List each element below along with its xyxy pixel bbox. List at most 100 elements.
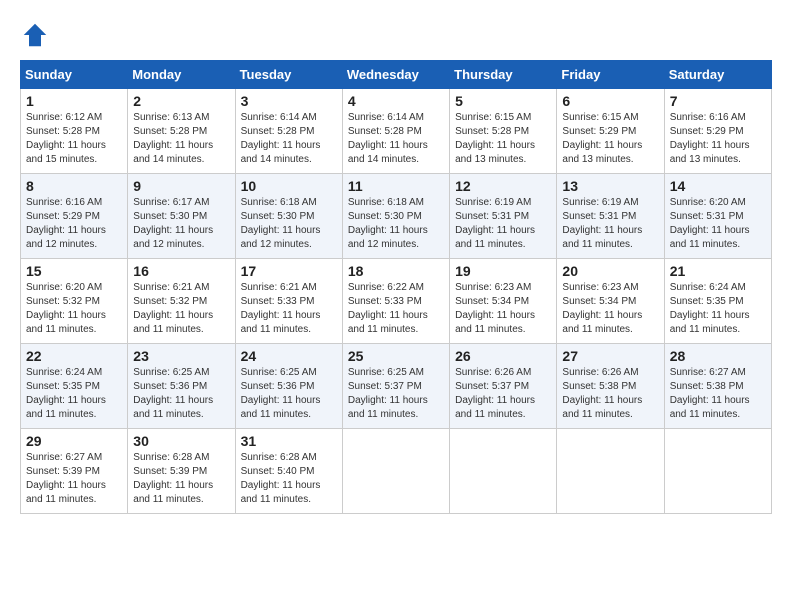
logo — [20, 20, 54, 50]
calendar-cell: 21 Sunrise: 6:24 AMSunset: 5:35 PMDayligh… — [664, 259, 771, 344]
calendar-cell: 23Sunrise: 6:25 AMSunset: 5:36 PMDayligh… — [128, 344, 235, 429]
week-row-1: 1 Sunrise: 6:12 AMSunset: 5:28 PMDaylight… — [21, 89, 772, 174]
calendar-cell: 15Sunrise: 6:20 AMSunset: 5:32 PMDayligh… — [21, 259, 128, 344]
day-info: Sunrise: 6:19 AMSunset: 5:31 PMDaylight:… — [455, 196, 551, 252]
day-info: Sunrise: 6:27 AMSunset: 5:38 PMDaylight:… — [670, 366, 766, 422]
day-info: Sunrise: 6:23 AMSunset: 5:34 PMDaylight:… — [455, 281, 551, 337]
day-info: Sunrise: 6:20 AMSunset: 5:32 PMDaylight:… — [26, 281, 122, 337]
day-number: 30 — [133, 433, 229, 449]
day-info: Sunrise: 6:24 AMSunset: 5:35 PMDaylight:… — [670, 281, 766, 337]
day-info: Sunrise: 6:26 AMSunset: 5:37 PMDaylight:… — [455, 366, 551, 422]
weekday-header-friday: Friday — [557, 61, 664, 89]
calendar-cell: 4 Sunrise: 6:14 AMSunset: 5:28 PMDaylight… — [342, 89, 449, 174]
calendar-cell: 20Sunrise: 6:23 AMSunset: 5:34 PMDayligh… — [557, 259, 664, 344]
calendar-cell: 14 Sunrise: 6:20 AMSunset: 5:31 PMDayligh… — [664, 174, 771, 259]
week-row-2: 8 Sunrise: 6:16 AMSunset: 5:29 PMDaylight… — [21, 174, 772, 259]
calendar-cell — [450, 429, 557, 514]
day-number: 26 — [455, 348, 551, 364]
day-number: 10 — [241, 178, 337, 194]
day-number: 19 — [455, 263, 551, 279]
day-number: 8 — [26, 178, 122, 194]
day-number: 21 — [670, 263, 766, 279]
day-info: Sunrise: 6:21 AMSunset: 5:32 PMDaylight:… — [133, 281, 229, 337]
day-info: Sunrise: 6:14 AMSunset: 5:28 PMDaylight:… — [348, 111, 444, 167]
day-info: Sunrise: 6:26 AMSunset: 5:38 PMDaylight:… — [562, 366, 658, 422]
calendar-cell — [664, 429, 771, 514]
day-info: Sunrise: 6:16 AMSunset: 5:29 PMDaylight:… — [670, 111, 766, 167]
calendar-cell: 31 Sunrise: 6:28 AMSunset: 5:40 PMDayligh… — [235, 429, 342, 514]
day-info: Sunrise: 6:24 AMSunset: 5:35 PMDaylight:… — [26, 366, 122, 422]
day-info: Sunrise: 6:12 AMSunset: 5:28 PMDaylight:… — [26, 111, 122, 167]
day-number: 3 — [241, 93, 337, 109]
day-number: 28 — [670, 348, 766, 364]
day-info: Sunrise: 6:25 AMSunset: 5:37 PMDaylight:… — [348, 366, 444, 422]
day-number: 5 — [455, 93, 551, 109]
calendar-cell: 6 Sunrise: 6:15 AMSunset: 5:29 PMDaylight… — [557, 89, 664, 174]
day-info: Sunrise: 6:28 AMSunset: 5:39 PMDaylight:… — [133, 451, 229, 507]
weekday-header-tuesday: Tuesday — [235, 61, 342, 89]
weekday-header-monday: Monday — [128, 61, 235, 89]
day-number: 2 — [133, 93, 229, 109]
weekday-header-thursday: Thursday — [450, 61, 557, 89]
day-info: Sunrise: 6:23 AMSunset: 5:34 PMDaylight:… — [562, 281, 658, 337]
calendar-cell: 5 Sunrise: 6:15 AMSunset: 5:28 PMDaylight… — [450, 89, 557, 174]
day-number: 1 — [26, 93, 122, 109]
calendar-cell: 8 Sunrise: 6:16 AMSunset: 5:29 PMDaylight… — [21, 174, 128, 259]
day-info: Sunrise: 6:18 AMSunset: 5:30 PMDaylight:… — [348, 196, 444, 252]
calendar-cell: 9Sunrise: 6:17 AMSunset: 5:30 PMDaylight… — [128, 174, 235, 259]
weekday-header-wednesday: Wednesday — [342, 61, 449, 89]
day-info: Sunrise: 6:16 AMSunset: 5:29 PMDaylight:… — [26, 196, 122, 252]
day-number: 18 — [348, 263, 444, 279]
calendar-cell: 18 Sunrise: 6:22 AMSunset: 5:33 PMDayligh… — [342, 259, 449, 344]
day-number: 11 — [348, 178, 444, 194]
calendar-cell: 1 Sunrise: 6:12 AMSunset: 5:28 PMDaylight… — [21, 89, 128, 174]
day-info: Sunrise: 6:20 AMSunset: 5:31 PMDaylight:… — [670, 196, 766, 252]
calendar-cell: 26 Sunrise: 6:26 AMSunset: 5:37 PMDayligh… — [450, 344, 557, 429]
week-row-3: 15Sunrise: 6:20 AMSunset: 5:32 PMDayligh… — [21, 259, 772, 344]
weekday-header-sunday: Sunday — [21, 61, 128, 89]
calendar-cell: 11 Sunrise: 6:18 AMSunset: 5:30 PMDayligh… — [342, 174, 449, 259]
calendar-cell: 27 Sunrise: 6:26 AMSunset: 5:38 PMDayligh… — [557, 344, 664, 429]
day-number: 14 — [670, 178, 766, 194]
calendar-cell: 10 Sunrise: 6:18 AMSunset: 5:30 PMDayligh… — [235, 174, 342, 259]
calendar-cell: 24 Sunrise: 6:25 AMSunset: 5:36 PMDayligh… — [235, 344, 342, 429]
week-row-5: 29Sunrise: 6:27 AMSunset: 5:39 PMDayligh… — [21, 429, 772, 514]
day-info: Sunrise: 6:22 AMSunset: 5:33 PMDaylight:… — [348, 281, 444, 337]
calendar-cell: 17Sunrise: 6:21 AMSunset: 5:33 PMDayligh… — [235, 259, 342, 344]
day-number: 23 — [133, 348, 229, 364]
weekday-header-saturday: Saturday — [664, 61, 771, 89]
day-info: Sunrise: 6:19 AMSunset: 5:31 PMDaylight:… — [562, 196, 658, 252]
day-number: 9 — [133, 178, 229, 194]
calendar-table: SundayMondayTuesdayWednesdayThursdayFrid… — [20, 60, 772, 514]
logo-icon — [20, 20, 50, 50]
day-number: 31 — [241, 433, 337, 449]
calendar-cell: 30 Sunrise: 6:28 AMSunset: 5:39 PMDayligh… — [128, 429, 235, 514]
day-number: 4 — [348, 93, 444, 109]
day-info: Sunrise: 6:18 AMSunset: 5:30 PMDaylight:… — [241, 196, 337, 252]
calendar-cell: 12Sunrise: 6:19 AMSunset: 5:31 PMDayligh… — [450, 174, 557, 259]
day-info: Sunrise: 6:15 AMSunset: 5:29 PMDaylight:… — [562, 111, 658, 167]
day-number: 27 — [562, 348, 658, 364]
day-info: Sunrise: 6:15 AMSunset: 5:28 PMDaylight:… — [455, 111, 551, 167]
calendar-cell: 19 Sunrise: 6:23 AMSunset: 5:34 PMDayligh… — [450, 259, 557, 344]
day-info: Sunrise: 6:13 AMSunset: 5:28 PMDaylight:… — [133, 111, 229, 167]
day-info: Sunrise: 6:25 AMSunset: 5:36 PMDaylight:… — [241, 366, 337, 422]
weekday-header-row: SundayMondayTuesdayWednesdayThursdayFrid… — [21, 61, 772, 89]
calendar-cell: 29Sunrise: 6:27 AMSunset: 5:39 PMDayligh… — [21, 429, 128, 514]
day-number: 13 — [562, 178, 658, 194]
calendar-cell: 16Sunrise: 6:21 AMSunset: 5:32 PMDayligh… — [128, 259, 235, 344]
day-number: 22 — [26, 348, 122, 364]
day-number: 24 — [241, 348, 337, 364]
day-info: Sunrise: 6:28 AMSunset: 5:40 PMDaylight:… — [241, 451, 337, 507]
calendar-cell — [342, 429, 449, 514]
day-info: Sunrise: 6:27 AMSunset: 5:39 PMDaylight:… — [26, 451, 122, 507]
calendar-cell: 25Sunrise: 6:25 AMSunset: 5:37 PMDayligh… — [342, 344, 449, 429]
day-number: 7 — [670, 93, 766, 109]
calendar-cell: 22 Sunrise: 6:24 AMSunset: 5:35 PMDayligh… — [21, 344, 128, 429]
calendar-cell: 2 Sunrise: 6:13 AMSunset: 5:28 PMDaylight… — [128, 89, 235, 174]
day-number: 6 — [562, 93, 658, 109]
week-row-4: 22 Sunrise: 6:24 AMSunset: 5:35 PMDayligh… — [21, 344, 772, 429]
calendar-cell: 3 Sunrise: 6:14 AMSunset: 5:28 PMDaylight… — [235, 89, 342, 174]
day-info: Sunrise: 6:14 AMSunset: 5:28 PMDaylight:… — [241, 111, 337, 167]
day-number: 17 — [241, 263, 337, 279]
